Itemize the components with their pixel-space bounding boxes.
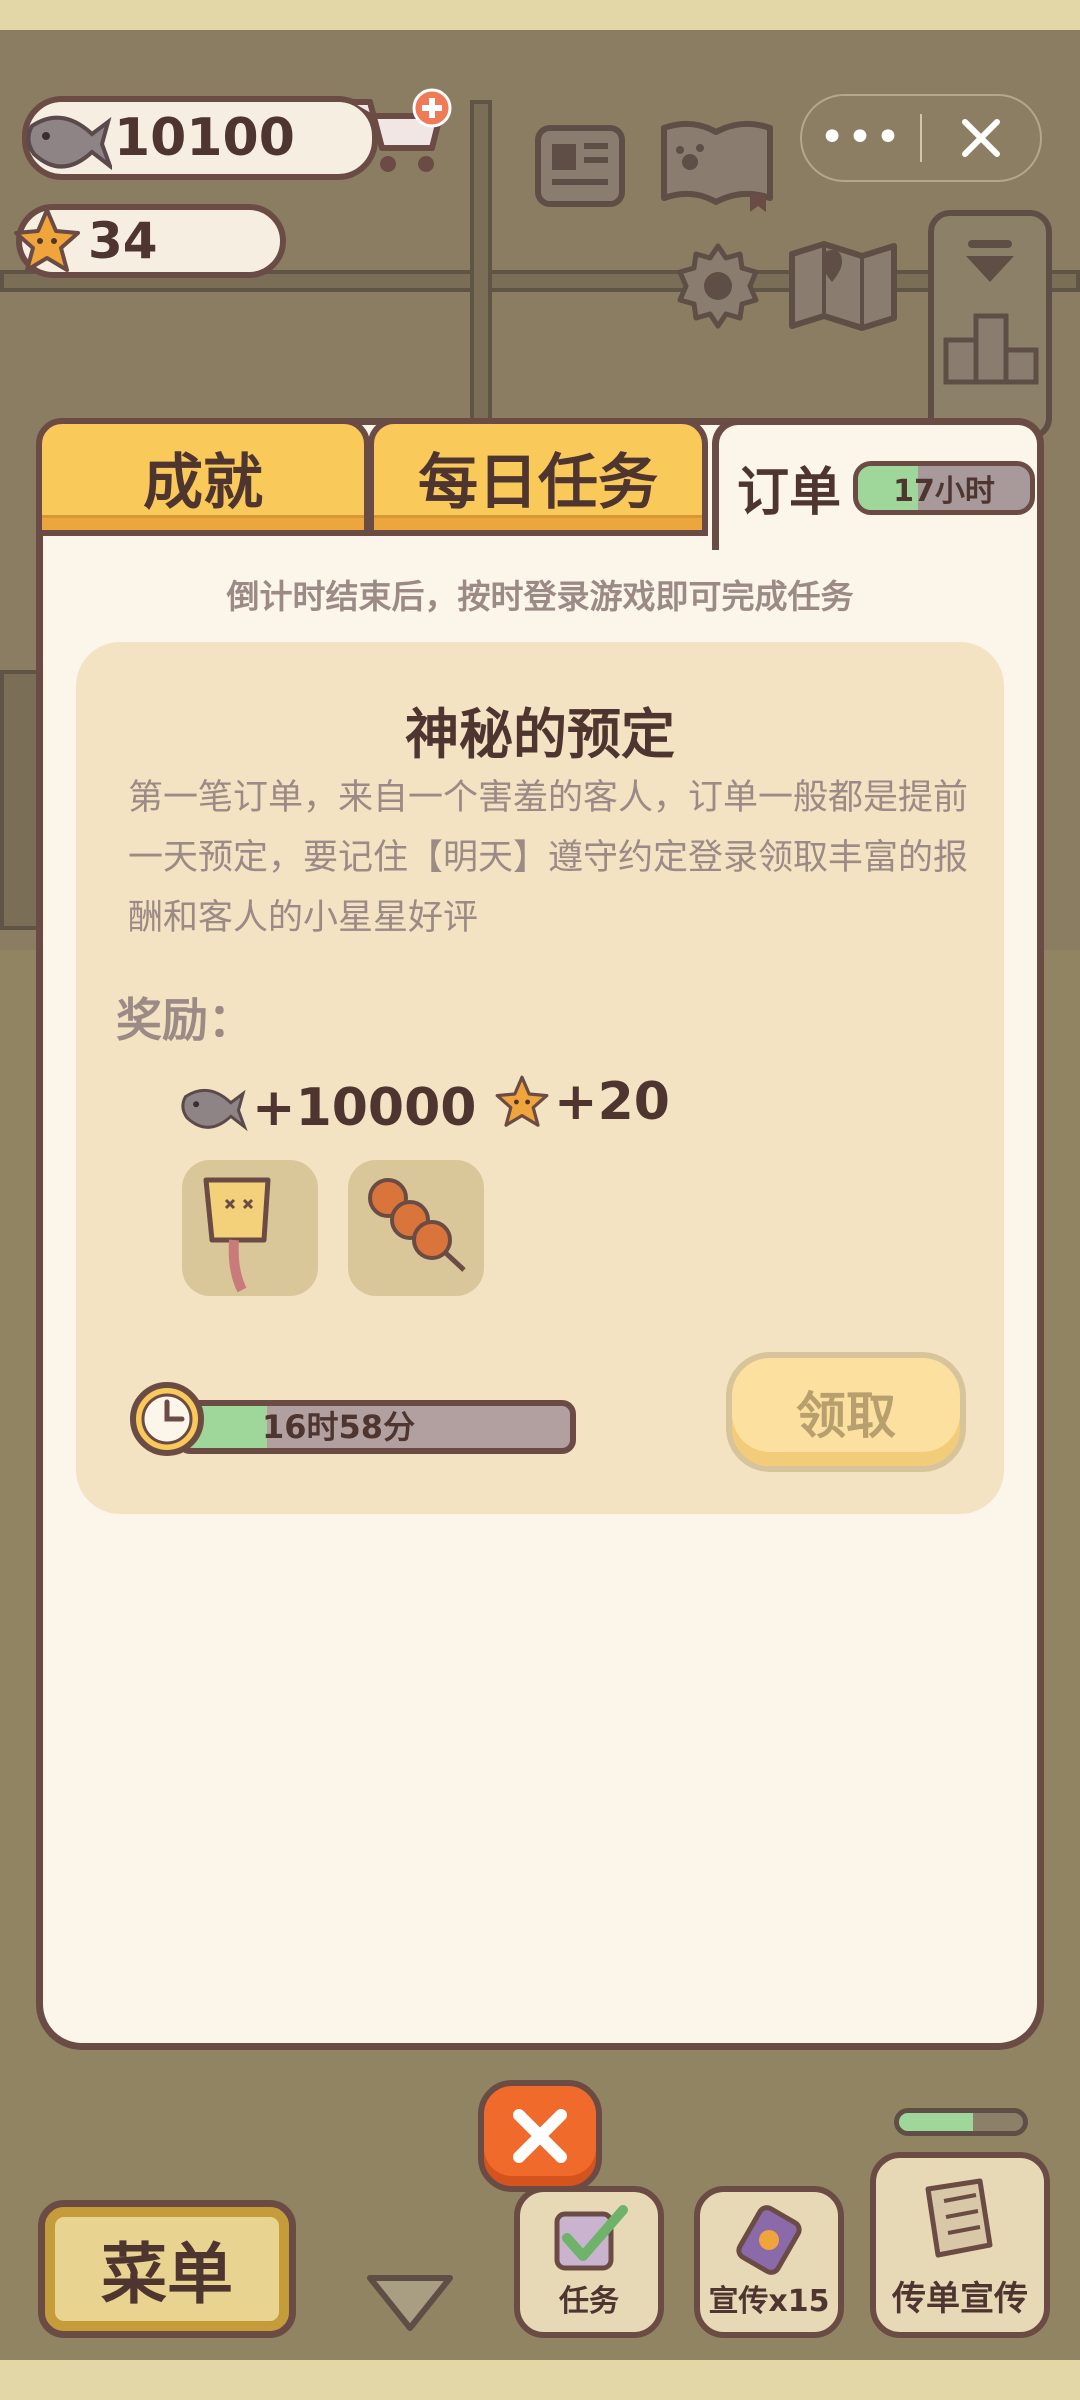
claim-button[interactable]: 领取 — [726, 1352, 966, 1472]
menu-button[interactable]: 菜单 — [38, 2200, 296, 2338]
paw-book-icon[interactable] — [658, 118, 776, 214]
task-label: 任务 — [559, 2284, 619, 2319]
star-icon — [495, 1075, 549, 1127]
close-x-icon — [513, 2109, 567, 2163]
flyer-label: 传单宣传 — [892, 2279, 1028, 2319]
star-count: 34 — [88, 212, 158, 270]
reward-item-slot[interactable] — [182, 1160, 318, 1296]
order-title: 神秘的预定 — [405, 703, 675, 766]
miniprogram-capsule: ••• — [800, 94, 1042, 182]
flyer-energy-bar — [894, 2108, 1028, 2136]
order-hint-text: 倒计时结束后，按时登录游戏即可完成任务 — [226, 577, 854, 616]
order-description: 第一笔订单，来自一个害羞的客人，订单一般都是提前一天预定，要记住【明天】遵守约定… — [128, 778, 969, 938]
countdown-bar: 16时58分 — [176, 1400, 576, 1454]
tab-daily-label: 每日任务 — [418, 447, 658, 518]
menu-label: 菜单 — [101, 2236, 233, 2313]
star-icon — [14, 208, 80, 272]
fish-icon — [181, 1088, 248, 1132]
newspaper-icon[interactable] — [534, 124, 626, 208]
podium-ranking-icon — [943, 313, 1039, 385]
gear-icon[interactable] — [672, 240, 764, 332]
close-panel-button[interactable] — [478, 2080, 602, 2192]
map-icon[interactable] — [786, 236, 900, 336]
reward-label: 奖励： — [116, 993, 254, 1047]
task-button[interactable]: 任务 — [514, 2186, 664, 2338]
scene-beam — [470, 100, 492, 440]
tab-achievement-label: 成就 — [143, 447, 263, 518]
countdown-text: 16时58分 — [262, 1408, 416, 1446]
clock-icon — [130, 1382, 204, 1456]
fish-count: 10100 — [114, 108, 295, 168]
tab-daily-tasks[interactable]: 每日任务 — [368, 418, 708, 536]
tab-achievement[interactable]: 成就 — [36, 418, 370, 536]
collapse-arrow-icon[interactable] — [364, 2272, 456, 2336]
more-options-button[interactable]: ••• — [802, 116, 920, 160]
close-miniprogram-button[interactable] — [922, 116, 1040, 160]
cart-add-icon[interactable] — [348, 88, 456, 180]
tab-order[interactable]: 订单 17小时 — [712, 418, 1044, 550]
reward-fish-amount: +10000 — [252, 1078, 477, 1138]
close-x-icon — [961, 119, 1000, 157]
order-timer-text: 17小时 — [893, 473, 995, 509]
sign-board-item-icon — [203, 1177, 271, 1293]
flyer-energy-fill — [899, 2113, 974, 2131]
reward-fish: +10000 — [176, 1074, 476, 1142]
reward-stars: +20 — [494, 1072, 670, 1132]
fish-icon — [26, 115, 112, 171]
promo-ticket-icon — [736, 2205, 802, 2275]
promotion-button[interactable]: 宣传x15 — [694, 2186, 844, 2338]
order-card: 神秘的预定 第一笔订单，来自一个害羞的客人，订单一般都是提前一天预定，要记住【明… — [76, 642, 1004, 1514]
dropdown-arrow-icon — [966, 240, 1014, 282]
reward-star-amount: +20 — [554, 1072, 670, 1132]
order-timer-badge: 17小时 — [853, 460, 1036, 515]
checkbox-task-icon — [554, 2205, 628, 2271]
flyer-promotion-button[interactable]: 传单宣传 — [870, 2152, 1050, 2338]
reward-item-slot[interactable] — [348, 1160, 484, 1296]
flyer-paper-icon — [925, 2178, 993, 2258]
promo-label: 宣传x15 — [708, 2284, 830, 2319]
meatball-skewer-item-icon — [368, 1178, 466, 1272]
ranking-button[interactable] — [928, 210, 1052, 440]
tab-order-label: 订单 — [737, 463, 842, 523]
